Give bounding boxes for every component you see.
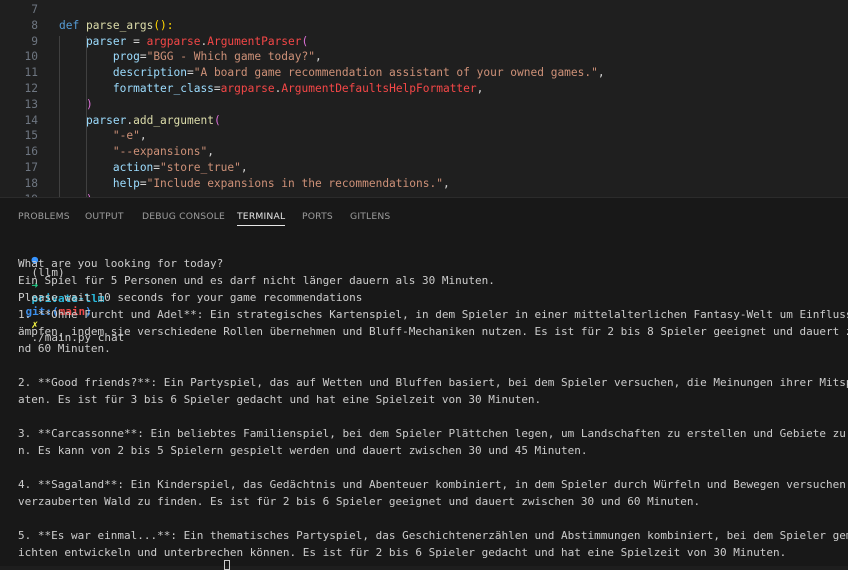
code-text: prog="BGG - Which game today?", [59, 49, 322, 65]
terminal-cursor [224, 560, 230, 570]
line-number: 16 [24, 145, 38, 159]
code-line[interactable]: 11 description="A board game recommendat… [0, 65, 848, 81]
line-number: 13 [24, 97, 38, 111]
code-text: def parse_args(): [59, 18, 174, 34]
code-text: "--expansions", [59, 144, 214, 160]
line-number: 11 [24, 66, 38, 80]
code-token: add_argument [133, 113, 214, 127]
code-token: "--expansions" [59, 145, 208, 159]
code-token: ( [213, 113, 221, 127]
line-number: 9 [31, 34, 38, 48]
terminal-output-line: ämpfen, indem sie verschiedene Rollen üb… [18, 325, 848, 338]
code-token: = [139, 50, 147, 64]
tab-gitlens[interactable]: GITLENS [350, 211, 390, 222]
indent-guide [59, 36, 60, 199]
code-token: def [59, 18, 86, 32]
terminal-output-line: 1. **Ohne Furcht und Adel**: Ein strateg… [18, 308, 848, 321]
code-token: prog [59, 50, 140, 64]
tab-output[interactable]: OUTPUT [85, 211, 124, 222]
code-token: = [133, 34, 147, 48]
code-token: formatter_class [59, 81, 214, 95]
code-token: "BGG - Which game today?" [146, 50, 315, 64]
code-line[interactable]: 10 prog="BGG - Which game today?", [0, 49, 848, 65]
code-token: parser [59, 34, 134, 48]
terminal-output-line: 5. **Es war einmal...**: Ein thematische… [18, 529, 848, 542]
terminal-output-line: nd 60 Minuten. [18, 342, 111, 355]
code-editor[interactable]: 7 8 def parse_args(): 9 parser = argparse.A… [0, 0, 848, 199]
panel-tab-bar: PROBLEMS OUTPUT DEBUG CONSOLE TERMINAL P… [0, 197, 848, 234]
code-text: parser = argparse.ArgumentParser( [59, 34, 308, 50]
code-text: ) [59, 97, 93, 113]
line-number: 7 [31, 3, 38, 16]
code-line[interactable]: 12 formatter_class=argparse.ArgumentDefa… [0, 81, 848, 97]
code-token: , [442, 176, 450, 190]
code-line[interactable]: 15 "-e", [0, 128, 848, 144]
line-number: 18 [24, 176, 38, 190]
code-token: = [186, 66, 194, 80]
code-token: ArgumentDefaultsHelpFormatter [281, 81, 477, 95]
terminal-output-line: Please wait 10 seconds for your game rec… [18, 291, 363, 304]
code-token: , [240, 160, 248, 174]
terminal-output-line: 4. **Sagaland**: Ein Kinderspiel, das Ge… [18, 478, 848, 491]
tab-ports[interactable]: PORTS [302, 211, 333, 222]
code-text: action="store_true", [59, 160, 248, 176]
code-line[interactable]: 14 parser.add_argument( [0, 113, 848, 129]
terminal[interactable]: ● (llm) ➜ private-llm git:(main) ✗ ./mai… [0, 233, 848, 566]
code-text: help="Include expansions in the recommen… [59, 176, 450, 192]
terminal-output-line: n. Es kann von 2 bis 5 Spielern gespielt… [18, 444, 588, 457]
code-text: formatter_class=argparse.ArgumentDefault… [59, 81, 484, 97]
code-token: help [59, 176, 140, 190]
code-token: argparse [146, 34, 201, 48]
code-text: "-e", [59, 128, 147, 144]
code-token: = [213, 81, 221, 95]
line-number: 17 [24, 160, 38, 174]
code-text: description="A board game recommendation… [59, 65, 605, 81]
code-token: = [139, 176, 147, 190]
terminal-output-line: verzauberten Wald zu finden. Es ist für … [18, 495, 701, 508]
code-token: parse_args [85, 18, 154, 32]
line-number: 8 [31, 18, 38, 32]
code-line[interactable]: 17 action="store_true", [0, 160, 848, 176]
code-line[interactable]: 16 "--expansions", [0, 144, 848, 160]
terminal-output-line: Ein Spiel für 5 Personen und es darf nic… [18, 274, 495, 287]
code-token: description [59, 66, 187, 80]
code-token: argparse [220, 81, 275, 95]
code-token: "-e" [59, 129, 140, 143]
code-token: ArgumentParser [207, 34, 302, 48]
indent-guide [86, 36, 87, 199]
code-line[interactable]: 18 help="Include expansions in the recom… [0, 176, 848, 192]
code-line[interactable]: 7 [0, 2, 848, 18]
code-line[interactable]: 13 ) [0, 97, 848, 113]
code-token: ) [59, 97, 93, 111]
code-token: , [597, 66, 605, 80]
terminal-output-line: 3. **Carcassonne**: Ein beliebtes Famili… [18, 427, 848, 440]
code-token: "A board game recommendation assistant o… [193, 66, 598, 80]
line-number: 12 [24, 81, 38, 95]
tab-problems[interactable]: PROBLEMS [18, 211, 70, 222]
code-token: (): [153, 18, 174, 32]
terminal-output-line: What are you looking for today? [18, 257, 224, 270]
code-token: , [207, 145, 214, 159]
code-token: , [476, 81, 484, 95]
code-token: action [59, 160, 154, 174]
code-token: , [139, 129, 147, 143]
terminal-output-line: ichten entwickeln und unterbrechen könne… [18, 546, 787, 559]
line-number: 15 [24, 129, 38, 143]
code-line[interactable]: 9 parser = argparse.ArgumentParser( [0, 34, 848, 50]
code-line[interactable]: 8 def parse_args(): [0, 18, 848, 34]
terminal-output-line: aten. Es ist für 3 bis 6 Spieler gedacht… [18, 393, 542, 406]
code-token: "Include expansions in the recommendatio… [146, 176, 443, 190]
code-token: parser [59, 113, 127, 127]
line-number: 14 [24, 113, 38, 127]
code-text: parser.add_argument( [59, 113, 221, 129]
tab-terminal[interactable]: TERMINAL [237, 211, 286, 226]
line-number: 10 [24, 50, 38, 64]
terminal-output-line: 2. **Good friends?**: Ein Partyspiel, da… [18, 376, 848, 389]
tab-debug-console[interactable]: DEBUG CONSOLE [142, 211, 225, 222]
code-token: ( [301, 34, 309, 48]
code-token: , [314, 50, 322, 64]
code-token: "store_true" [160, 160, 241, 174]
